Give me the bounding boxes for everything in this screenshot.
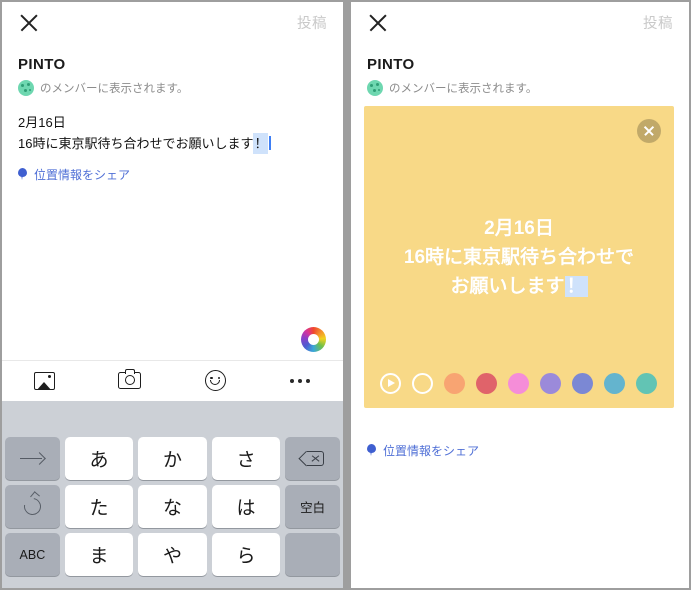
key-row-2: た な は 空白 bbox=[5, 485, 341, 528]
key-ha[interactable]: は bbox=[211, 485, 281, 528]
key-space[interactable]: 空白 bbox=[285, 485, 341, 528]
post-text-input[interactable]: 2月16日 16時に東京駅待ち合わせでお願いします！ bbox=[2, 96, 343, 155]
ime-composition-char: ！ bbox=[253, 133, 269, 155]
swatch-none-button[interactable] bbox=[412, 373, 433, 394]
composer-line-2: 16時に東京駅待ち合わせでお願いします！ bbox=[18, 133, 327, 155]
swatch-red[interactable] bbox=[476, 373, 497, 394]
sticker-button[interactable] bbox=[173, 361, 258, 401]
swatch-pink[interactable] bbox=[508, 373, 529, 394]
candidate-bar[interactable] bbox=[2, 401, 343, 437]
card-text-line-3: お願いします！ bbox=[364, 272, 674, 301]
group-name: PINTO bbox=[18, 56, 66, 73]
key-next[interactable] bbox=[5, 437, 60, 480]
right-topbar: 投稿 bbox=[351, 2, 689, 42]
card-text-line-2: 16時に東京駅待ち合わせで bbox=[403, 247, 635, 269]
close-icon[interactable] bbox=[367, 12, 389, 34]
swatch-indigo[interactable] bbox=[572, 373, 593, 394]
photo-icon bbox=[34, 371, 56, 390]
right-group-header: PINTO のメンバーに表示されます。 bbox=[351, 42, 689, 96]
swatch-blue[interactable] bbox=[604, 373, 625, 394]
key-ra[interactable]: ら bbox=[211, 533, 281, 576]
composer-toolbar bbox=[2, 360, 343, 400]
share-location-label: 位置情報をシェア bbox=[34, 168, 131, 183]
japanese-keyboard: あ か さ た な は 空白 ABC ま や ら bbox=[2, 401, 343, 588]
key-ta[interactable]: た bbox=[64, 485, 134, 528]
group-visibility: のメンバーに表示されます。 bbox=[18, 80, 327, 96]
more-icon bbox=[290, 378, 311, 383]
post-button[interactable]: 投稿 bbox=[297, 12, 327, 33]
undo-icon bbox=[20, 494, 45, 519]
swatch-purple[interactable] bbox=[540, 373, 561, 394]
more-button[interactable] bbox=[258, 361, 343, 401]
screenshot-stage: 投稿 PINTO のメンバーに表示されます。 2月16日 16時に東京駅待ち合わ… bbox=[0, 0, 691, 590]
key-sa[interactable]: さ bbox=[211, 437, 281, 480]
key-row-3: ABC ま や ら bbox=[5, 533, 341, 576]
camera-icon bbox=[118, 368, 142, 389]
backspace-icon bbox=[298, 451, 324, 466]
share-location-label: 位置情報をシェア bbox=[383, 444, 480, 458]
left-group-header: PINTO のメンバーに表示されます。 bbox=[2, 42, 343, 96]
arrow-right-icon bbox=[20, 453, 44, 465]
swatch-orange[interactable] bbox=[444, 373, 465, 394]
map-pin-icon bbox=[18, 168, 27, 181]
composer-line-1: 2月16日 bbox=[18, 115, 66, 130]
card-text-line-1: 2月16日 bbox=[484, 218, 554, 239]
card-close-icon[interactable] bbox=[637, 119, 661, 143]
swatch-teal[interactable] bbox=[636, 373, 657, 394]
group-visibility: のメンバーに表示されます。 bbox=[367, 80, 673, 96]
key-backspace[interactable] bbox=[285, 437, 341, 480]
text-caret bbox=[269, 136, 271, 151]
smiley-icon bbox=[204, 370, 226, 391]
group-visibility-label: のメンバーに表示されます。 bbox=[389, 83, 538, 95]
close-icon[interactable] bbox=[18, 12, 40, 34]
key-a[interactable]: あ bbox=[64, 437, 134, 480]
map-pin-icon bbox=[367, 444, 376, 457]
card-color-swatches bbox=[380, 373, 658, 394]
group-avatar-icon bbox=[18, 80, 34, 96]
animation-toggle-button[interactable] bbox=[380, 373, 401, 394]
group-name: PINTO bbox=[367, 56, 415, 73]
share-location-link[interactable]: 位置情報をシェア bbox=[351, 430, 689, 459]
key-ma[interactable]: ま bbox=[64, 533, 134, 576]
left-topbar: 投稿 bbox=[2, 2, 343, 42]
group-visibility-label: のメンバーに表示されます。 bbox=[40, 83, 189, 95]
color-wheel-icon[interactable] bbox=[301, 327, 326, 352]
text-card-preview[interactable]: 2月16日 16時に東京駅待ち合わせで お願いします！ bbox=[364, 106, 674, 408]
photo-button[interactable] bbox=[2, 361, 87, 401]
key-rows: あ か さ た な は 空白 ABC ま や ら bbox=[2, 437, 343, 576]
composer-line-2-text: 16時に東京駅待ち合わせでお願いします bbox=[18, 136, 254, 152]
key-return[interactable] bbox=[285, 533, 341, 576]
key-abc[interactable]: ABC bbox=[5, 533, 60, 576]
card-ime-composition-char: ！ bbox=[564, 276, 588, 298]
left-panel: 投稿 PINTO のメンバーに表示されます。 2月16日 16時に東京駅待ち合わ… bbox=[2, 2, 343, 588]
right-panel: 投稿 PINTO のメンバーに表示されます。 2月16日 16時に東京駅待ち合わ… bbox=[351, 2, 689, 588]
key-ka[interactable]: か bbox=[138, 437, 207, 480]
key-row-1: あ か さ bbox=[5, 437, 341, 480]
camera-button[interactable] bbox=[87, 361, 172, 401]
share-location-link[interactable]: 位置情報をシェア bbox=[2, 154, 343, 183]
group-avatar-icon bbox=[367, 80, 383, 96]
card-text-content: 2月16日 16時に東京駅待ち合わせで お願いします！ bbox=[364, 214, 674, 301]
post-button[interactable]: 投稿 bbox=[643, 12, 673, 33]
key-undo[interactable] bbox=[5, 485, 60, 528]
key-ya[interactable]: や bbox=[138, 533, 207, 576]
card-text-line-3-text: お願いします bbox=[450, 276, 565, 298]
key-na[interactable]: な bbox=[138, 485, 207, 528]
